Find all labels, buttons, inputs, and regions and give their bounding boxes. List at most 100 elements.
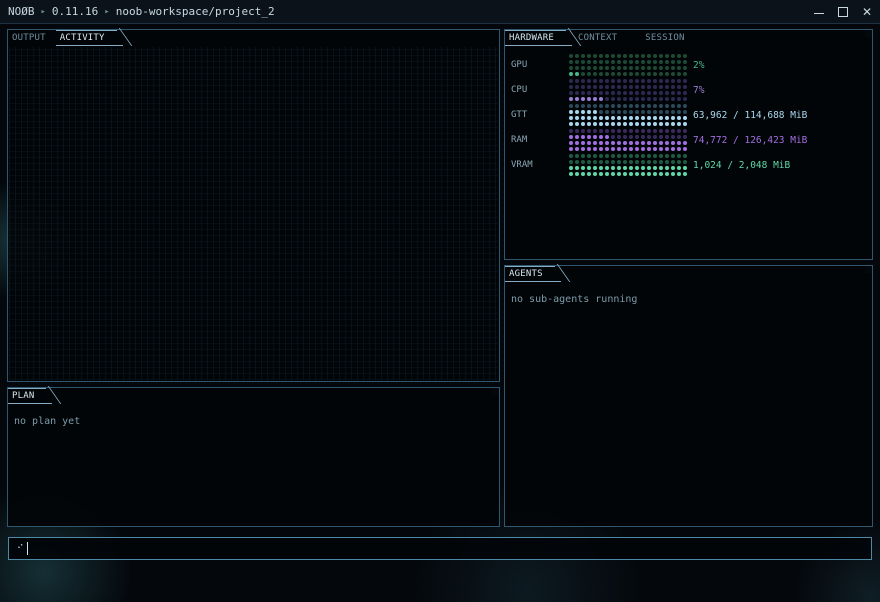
meter-dot	[569, 110, 573, 114]
meter-dot	[659, 154, 663, 158]
meter-dot	[581, 116, 585, 120]
meter-dot	[647, 160, 651, 164]
meter-dot	[623, 129, 627, 133]
meter-dot	[611, 54, 615, 58]
prompt-input[interactable]	[31, 538, 865, 559]
meter-dot	[587, 122, 591, 126]
meter-dot	[623, 172, 627, 176]
prompt-input-bar[interactable]: ⠊	[8, 537, 872, 560]
meter-dot	[641, 60, 645, 64]
meter-dot	[653, 154, 657, 158]
tab-hardware[interactable]: HARDWARE	[505, 30, 572, 46]
tab-output-label: OUTPUT	[12, 33, 46, 43]
meter-dot	[575, 129, 579, 133]
tab-agents[interactable]: AGENTS	[505, 266, 561, 282]
meter-dot	[623, 135, 627, 139]
meter-dot	[683, 85, 687, 89]
agents-tabbar: AGENTS	[505, 266, 561, 282]
tab-session[interactable]: SESSION	[641, 30, 694, 46]
meter-dot	[599, 160, 603, 164]
meter-dot	[683, 72, 687, 76]
meter-dot	[617, 91, 621, 95]
meter-dot	[665, 122, 669, 126]
meter-dot	[659, 85, 663, 89]
meter-dot	[623, 54, 627, 58]
meter-dot	[683, 66, 687, 70]
meter-dot	[665, 54, 669, 58]
minimize-button[interactable]	[812, 5, 826, 19]
meter-dot	[647, 154, 651, 158]
meter-dot	[605, 60, 609, 64]
meter-dot	[659, 141, 663, 145]
meter-dot	[665, 97, 669, 101]
panel-corner	[492, 387, 500, 395]
meter-dot	[617, 104, 621, 108]
meter-dot	[593, 172, 597, 176]
breadcrumb-separator: ▸	[40, 6, 46, 17]
meter-dot	[605, 97, 609, 101]
meter-dot	[587, 110, 591, 114]
meter-dot	[587, 141, 591, 145]
meter-dot	[569, 154, 573, 158]
meter-dot	[683, 60, 687, 64]
app-version: 0.11.16	[51, 5, 99, 18]
meter-dot	[671, 129, 675, 133]
meter-dot	[599, 60, 603, 64]
meter-dot	[629, 79, 633, 83]
maximize-button[interactable]	[836, 5, 850, 19]
meter-dot	[647, 166, 651, 170]
meter-dot	[593, 72, 597, 76]
meter-dot	[665, 135, 669, 139]
meter-dot	[569, 66, 573, 70]
meter-dot	[599, 79, 603, 83]
close-button[interactable]: ✕	[860, 5, 874, 19]
meter-dot	[683, 122, 687, 126]
meter-dot	[665, 110, 669, 114]
meter-dot	[617, 141, 621, 145]
meter-dot	[653, 141, 657, 145]
meter-dot	[659, 172, 663, 176]
meter-dot	[641, 172, 645, 176]
meter-dot	[671, 72, 675, 76]
meter-dot	[641, 166, 645, 170]
meter-dot	[623, 110, 627, 114]
meter-dot	[671, 172, 675, 176]
meter-dot	[581, 154, 585, 158]
meter-dot	[629, 141, 633, 145]
meter-dot	[653, 104, 657, 108]
meter-dot	[671, 154, 675, 158]
meter-dot	[623, 141, 627, 145]
tab-hardware-label: HARDWARE	[509, 32, 554, 43]
meter-dot	[659, 110, 663, 114]
meter-dot	[665, 166, 669, 170]
hardware-tabbar: HARDWARE CONTEXT SESSION	[505, 30, 695, 46]
meter-dot	[593, 160, 597, 164]
meter-dot	[605, 91, 609, 95]
meter-dot	[683, 160, 687, 164]
tab-plan[interactable]: PLAN	[8, 388, 53, 404]
meter-dot	[641, 141, 645, 145]
meter-dot	[683, 129, 687, 133]
activity-canvas	[9, 47, 498, 380]
meter-dot	[581, 122, 585, 126]
meter-dot	[575, 154, 579, 158]
meter-dot	[677, 104, 681, 108]
tab-context[interactable]: CONTEXT	[572, 30, 641, 46]
meter-dot	[599, 85, 603, 89]
meter-dot	[653, 66, 657, 70]
meter-dot	[599, 122, 603, 126]
meter-dot	[629, 122, 633, 126]
tab-activity[interactable]: ACTIVITY	[55, 30, 123, 46]
meter-dot	[665, 60, 669, 64]
meter-dot	[659, 166, 663, 170]
agents-empty-text: no sub-agents running	[511, 294, 638, 305]
meter-dot	[605, 154, 609, 158]
meter-dot	[683, 110, 687, 114]
tab-output[interactable]: OUTPUT	[8, 30, 56, 46]
meter-dot	[635, 54, 639, 58]
meter-dot	[683, 79, 687, 83]
meter-dot	[647, 116, 651, 120]
meter-dot	[659, 79, 663, 83]
meter-dot	[617, 110, 621, 114]
meter-dot	[569, 91, 573, 95]
